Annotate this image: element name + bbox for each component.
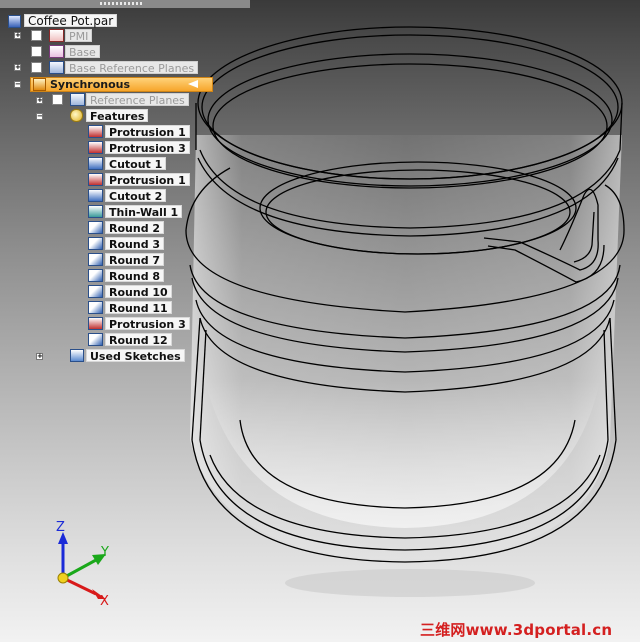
coordinate-triad[interactable]: Z Y X: [40, 518, 130, 613]
triad-origin: [57, 572, 69, 584]
x-axis: [62, 576, 97, 596]
round-icon: [88, 269, 103, 282]
feature-label[interactable]: Round 8: [105, 269, 165, 283]
round-icon: [88, 253, 103, 266]
cutout-icon: [88, 189, 103, 202]
protrusion-icon: [88, 125, 103, 138]
thin-wall-icon: [88, 205, 103, 218]
expand-pmi-icon[interactable]: +: [14, 32, 21, 39]
reference-planes-icon: [70, 93, 85, 106]
feature-label[interactable]: Round 12: [105, 333, 172, 347]
y-axis: [62, 558, 97, 580]
collapse-synchronous-icon[interactable]: −: [14, 81, 21, 88]
round-icon: [88, 221, 103, 234]
pmi-icon: [49, 29, 64, 42]
collapse-features-icon[interactable]: −: [36, 113, 43, 120]
synchronous-arrow-icon: [188, 80, 198, 88]
feature-label[interactable]: Cutout 1: [105, 157, 167, 171]
feature-label[interactable]: Round 3: [105, 237, 165, 251]
feature-label[interactable]: Protrusion 3: [105, 317, 190, 331]
part-document-icon: [8, 15, 21, 28]
protrusion-icon: [88, 173, 103, 186]
round-icon: [88, 301, 103, 314]
features-icon: [70, 109, 83, 122]
reference-planes-checkbox[interactable]: [52, 94, 63, 105]
synchronous-icon: [33, 78, 46, 91]
tree-item-features[interactable]: Features: [86, 109, 149, 123]
tree-item-reference-planes[interactable]: Reference Planes: [86, 93, 189, 107]
expand-reference-planes-icon[interactable]: +: [36, 97, 43, 104]
round-icon: [88, 285, 103, 298]
round-icon: [88, 333, 103, 346]
feature-label[interactable]: Round 2: [105, 221, 165, 235]
expand-used-sketches-icon[interactable]: +: [36, 353, 43, 360]
protrusion-icon: [88, 141, 103, 154]
x-axis-label: X: [100, 594, 109, 609]
base-coordinate-icon: [49, 45, 64, 58]
tree-item-base-reference-planes[interactable]: Base Reference Planes: [65, 61, 199, 75]
base-reference-planes-checkbox[interactable]: [31, 62, 42, 73]
base-checkbox[interactable]: [31, 46, 42, 57]
feature-label[interactable]: Round 10: [105, 285, 172, 299]
cutout-icon: [88, 157, 103, 170]
tree-item-pmi[interactable]: PMI: [65, 29, 93, 43]
feature-label[interactable]: Protrusion 1: [105, 125, 190, 139]
tree-item-synchronous[interactable]: Synchronous: [47, 78, 133, 91]
expand-base-reference-planes-icon[interactable]: +: [14, 64, 21, 71]
y-axis-label: Y: [101, 545, 109, 560]
z-axis-label: Z: [56, 520, 65, 535]
pmi-checkbox[interactable]: [31, 30, 42, 41]
document-title[interactable]: Coffee Pot.par: [24, 14, 118, 28]
tree-item-base[interactable]: Base: [65, 45, 100, 59]
reference-planes-icon: [49, 61, 64, 74]
feature-label[interactable]: Cutout 2: [105, 189, 167, 203]
tree-item-used-sketches[interactable]: Used Sketches: [86, 349, 185, 363]
feature-label[interactable]: Round 11: [105, 301, 172, 315]
watermark-text: 三维网www.3dportal.cn: [420, 621, 613, 639]
feature-label[interactable]: Protrusion 1: [105, 173, 190, 187]
round-icon: [88, 237, 103, 250]
feature-label[interactable]: Protrusion 3: [105, 141, 190, 155]
triad-axes: [57, 532, 106, 599]
graphics-viewport[interactable]: Coffee Pot.par + PMI Base + Base Referen…: [0, 0, 640, 642]
pathfinder-tree: Coffee Pot.par + PMI Base + Base Referen…: [0, 0, 260, 380]
protrusion-icon: [88, 317, 103, 330]
feature-label[interactable]: Thin-Wall 1: [105, 205, 183, 219]
feature-label[interactable]: Round 7: [105, 253, 165, 267]
sketches-icon: [70, 349, 84, 362]
